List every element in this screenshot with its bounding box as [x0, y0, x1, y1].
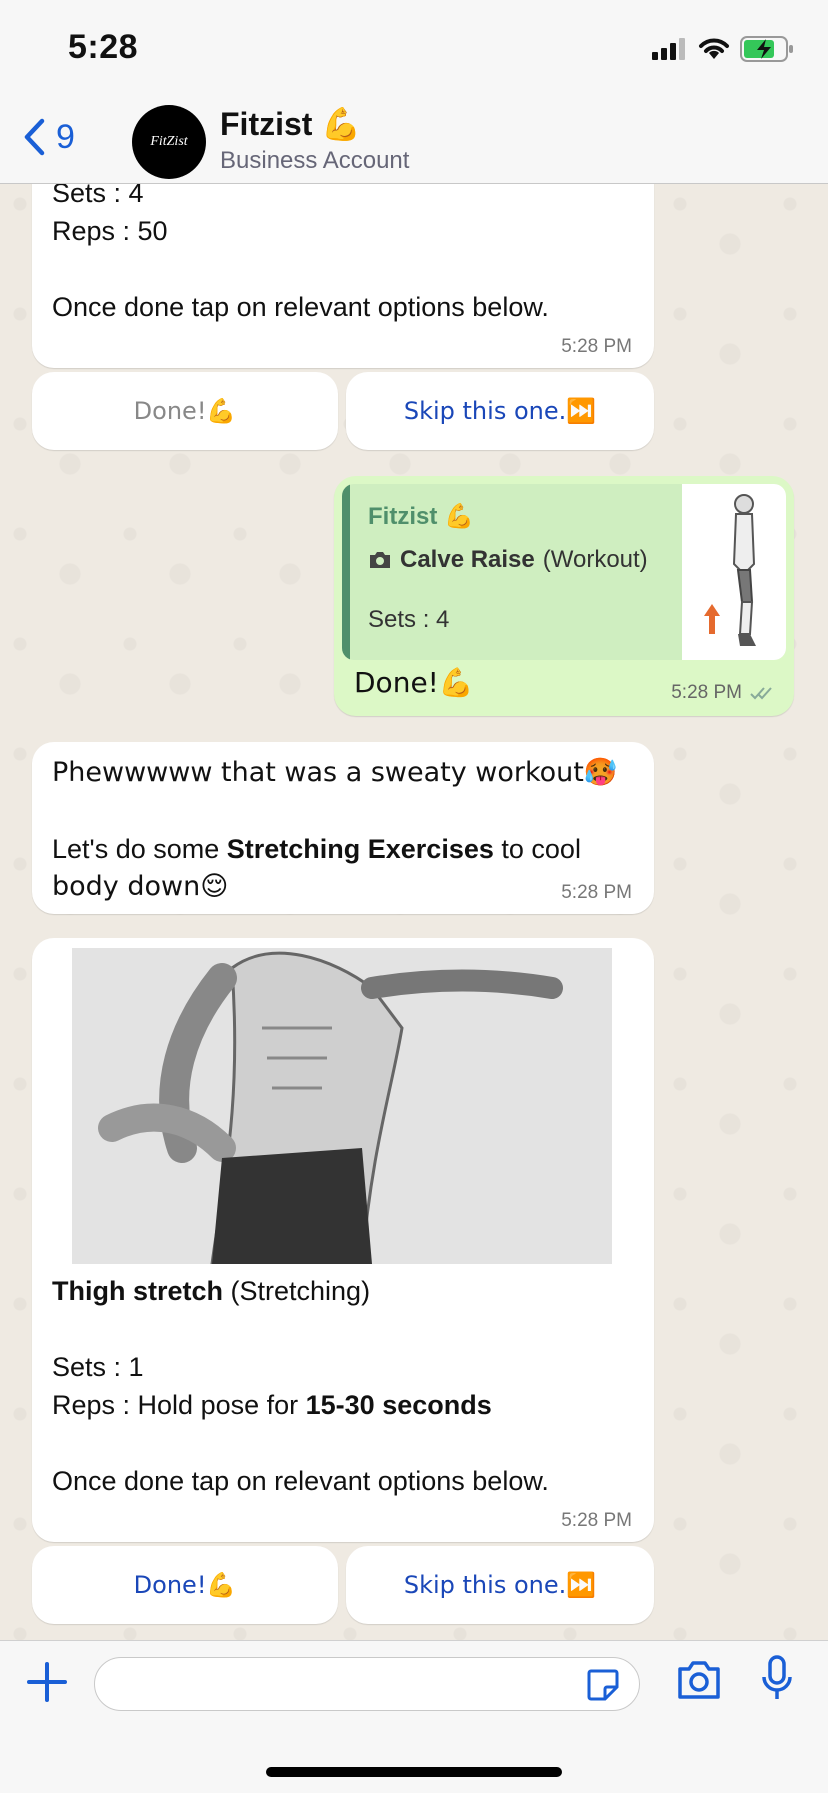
camera-icon[interactable]: [676, 1659, 722, 1701]
message-text-field[interactable]: [113, 1658, 577, 1708]
contact-subtitle: Business Account: [220, 147, 410, 174]
chevron-left-icon: [24, 118, 45, 156]
quoted-message[interactable]: Fitzist 💪 Calve Raise (Workout) Sets : 4: [342, 484, 786, 660]
quote-title: Calve Raise: [400, 546, 535, 573]
microphone-icon[interactable]: [760, 1655, 794, 1703]
message-line: Once done tap on relevant options below.: [52, 292, 549, 322]
incoming-message: Phewwwww that was a sweaty workout🥵 Let'…: [32, 742, 654, 914]
message-line: Sets : 4: [52, 184, 144, 208]
compose-bar: [0, 1640, 828, 1793]
exercise-title: Thigh stretch (Stretching): [52, 1276, 371, 1306]
sticker-icon[interactable]: [585, 1667, 621, 1703]
exercise-image[interactable]: [72, 948, 612, 1264]
message-text: Done!💪: [354, 666, 474, 699]
home-indicator: [266, 1767, 562, 1777]
quote-author: Fitzist 💪: [368, 503, 474, 530]
battery-charging-icon: [740, 36, 793, 62]
outgoing-message: Fitzist 💪 Calve Raise (Workout) Sets : 4: [334, 476, 794, 716]
thigh-stretch-illustration: [98, 951, 563, 1264]
signal-icon: [652, 38, 685, 60]
status-time: 5:28: [68, 28, 139, 66]
message-line: Reps : Hold pose for 15-30 seconds: [52, 1390, 492, 1420]
message-input[interactable]: [94, 1657, 640, 1711]
message-line: Phewwwww that was a sweaty workout🥵: [52, 757, 618, 788]
skip-button[interactable]: Skip this one.⏭️: [346, 1546, 654, 1624]
message-time: 5:28 PM: [561, 882, 632, 903]
chat-area[interactable]: Sets : 4 Reps : 50 Once done tap on rele…: [0, 184, 828, 1640]
skip-button[interactable]: Skip this one.⏭️: [346, 372, 654, 450]
message-line: body down😌: [52, 871, 229, 902]
incoming-media-message: Thigh stretch (Stretching) Sets : 1 Reps…: [32, 938, 654, 1542]
wifi-icon: [699, 38, 729, 59]
calf-raise-illustration: [704, 494, 756, 646]
contact-name[interactable]: Fitzist 💪: [220, 105, 361, 143]
chat-header: 9 FitZist Fitzist 💪 Business Account: [0, 95, 828, 184]
quote-sets: Sets : 4: [368, 606, 450, 633]
plus-icon[interactable]: [26, 1661, 68, 1703]
avatar-text: FitZist: [150, 134, 188, 149]
done-button[interactable]: Done!💪: [32, 1546, 338, 1624]
message-line: Once done tap on relevant options below.: [52, 1466, 549, 1496]
unread-count: 9: [56, 117, 75, 156]
message-time: 5:28 PM: [561, 336, 632, 357]
message-line: Let's do some Stretching Exercises to co…: [52, 834, 581, 864]
message-time: 5:28 PM: [671, 682, 742, 703]
double-check-icon: [750, 687, 772, 700]
back-button[interactable]: 9: [22, 117, 75, 157]
quote-type: (Workout): [542, 546, 648, 573]
status-bar: 5:28: [0, 0, 828, 95]
done-button[interactable]: Done!💪: [32, 372, 338, 450]
message-line: Reps : 50: [52, 216, 168, 246]
incoming-message: Sets : 4 Reps : 50 Once done tap on rele…: [32, 184, 654, 368]
message-line: Sets : 1: [52, 1352, 144, 1382]
quote-thumbnail: [682, 484, 786, 660]
message-time: 5:28 PM: [561, 1510, 632, 1531]
avatar[interactable]: FitZist: [132, 105, 206, 179]
status-icons: [652, 36, 794, 62]
camera-icon: [370, 552, 390, 568]
